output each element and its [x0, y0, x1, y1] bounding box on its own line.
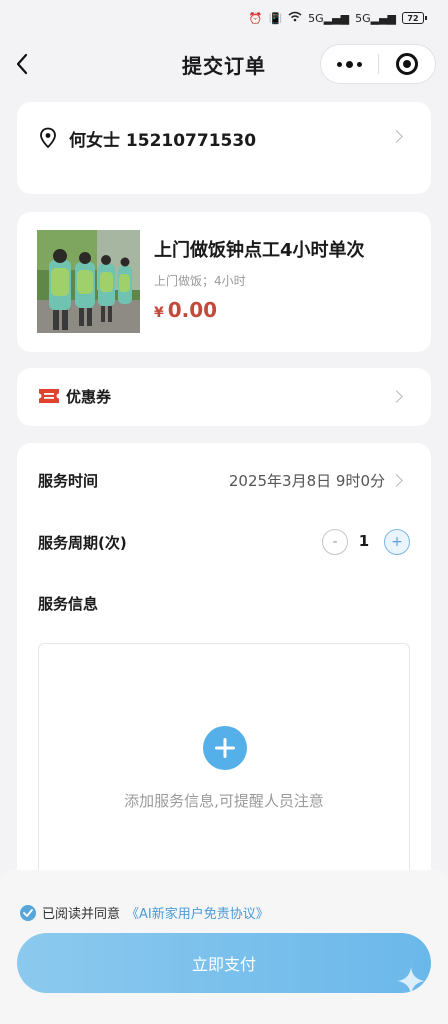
sparkle-icon [396, 966, 426, 1000]
increment-button[interactable]: + [384, 529, 410, 555]
status-bar: ⏰ 📳 5G▂▄▆ 5G▂▄▆ 72 [0, 0, 448, 36]
agreement-row: 已阅读并同意 《AI新家用户免责协议》 [20, 903, 269, 922]
contact-name-phone: 何女士 15210771530 [69, 131, 257, 151]
service-info-label: 服务信息 [38, 595, 99, 613]
plus-icon: + [391, 534, 403, 550]
cycle-count: 1 [358, 532, 370, 550]
add-info-button[interactable] [203, 726, 247, 770]
add-info-hint: 添加服务信息,可提醒人员注意 [124, 792, 324, 810]
battery-icon: 72 [402, 12, 427, 24]
more-dots-icon [336, 60, 362, 68]
product-subtitle: 上门做饭；4小时 [154, 274, 246, 288]
chevron-right-icon [390, 130, 403, 143]
plus-icon [215, 738, 235, 758]
service-time-value[interactable]: 2025年3月8日 9时0分 [229, 470, 385, 491]
close-mini-program-button[interactable] [379, 45, 436, 83]
location-pin-icon [39, 127, 57, 153]
mini-program-capsule [320, 44, 436, 84]
service-cycle-label: 服务周期(次) [38, 534, 127, 552]
vibrate-icon: 📳 [268, 11, 283, 25]
decrement-button[interactable]: - [322, 529, 348, 555]
more-button[interactable] [321, 45, 378, 83]
product-name: 上门做饭钟点工4小时单次 [154, 240, 365, 261]
wifi-icon [288, 11, 302, 25]
pay-now-button[interactable]: 立即支付 [17, 933, 431, 993]
target-icon [395, 53, 418, 75]
chevron-right-icon [390, 474, 403, 487]
product-price: ¥0.00 [154, 298, 217, 322]
signal-icon: 5G▂▄▆ [355, 11, 396, 25]
battery-level: 72 [407, 13, 419, 23]
coupon-label: 优惠券 [66, 388, 112, 406]
address-card[interactable]: 何女士 15210771530 [17, 102, 431, 194]
alarm-icon: ⏰ [248, 11, 263, 25]
price-value: 0.00 [167, 298, 218, 322]
ticket-icon [38, 388, 60, 408]
nav-bar: 提交订单 [0, 40, 448, 88]
minus-icon: - [332, 534, 338, 550]
currency-symbol: ¥ [154, 305, 164, 321]
signal-icon: 5G▂▄▆ [308, 11, 350, 25]
agreement-text: 已阅读并同意 [42, 907, 121, 922]
service-card: 服务时间 2025年3月8日 9时0分 服务周期(次) - 1 + 服务信息 添… [17, 443, 431, 903]
agreement-link[interactable]: 《AI新家用户免责协议》 [126, 903, 269, 922]
check-icon[interactable] [20, 904, 36, 921]
product-card: 上门做饭钟点工4小时单次 上门做饭；4小时 ¥0.00 [17, 212, 431, 352]
signal-label: 5G [308, 11, 324, 25]
signal-label: 5G [355, 11, 371, 25]
chevron-right-icon [390, 390, 403, 403]
coupon-card[interactable]: 优惠券 [17, 368, 431, 426]
product-image [37, 230, 140, 333]
service-info-box[interactable]: 添加服务信息,可提醒人员注意 [38, 643, 410, 903]
bottom-bar: 已阅读并同意 《AI新家用户免责协议》 立即支付 [0, 870, 448, 1024]
service-time-label: 服务时间 [38, 472, 99, 490]
